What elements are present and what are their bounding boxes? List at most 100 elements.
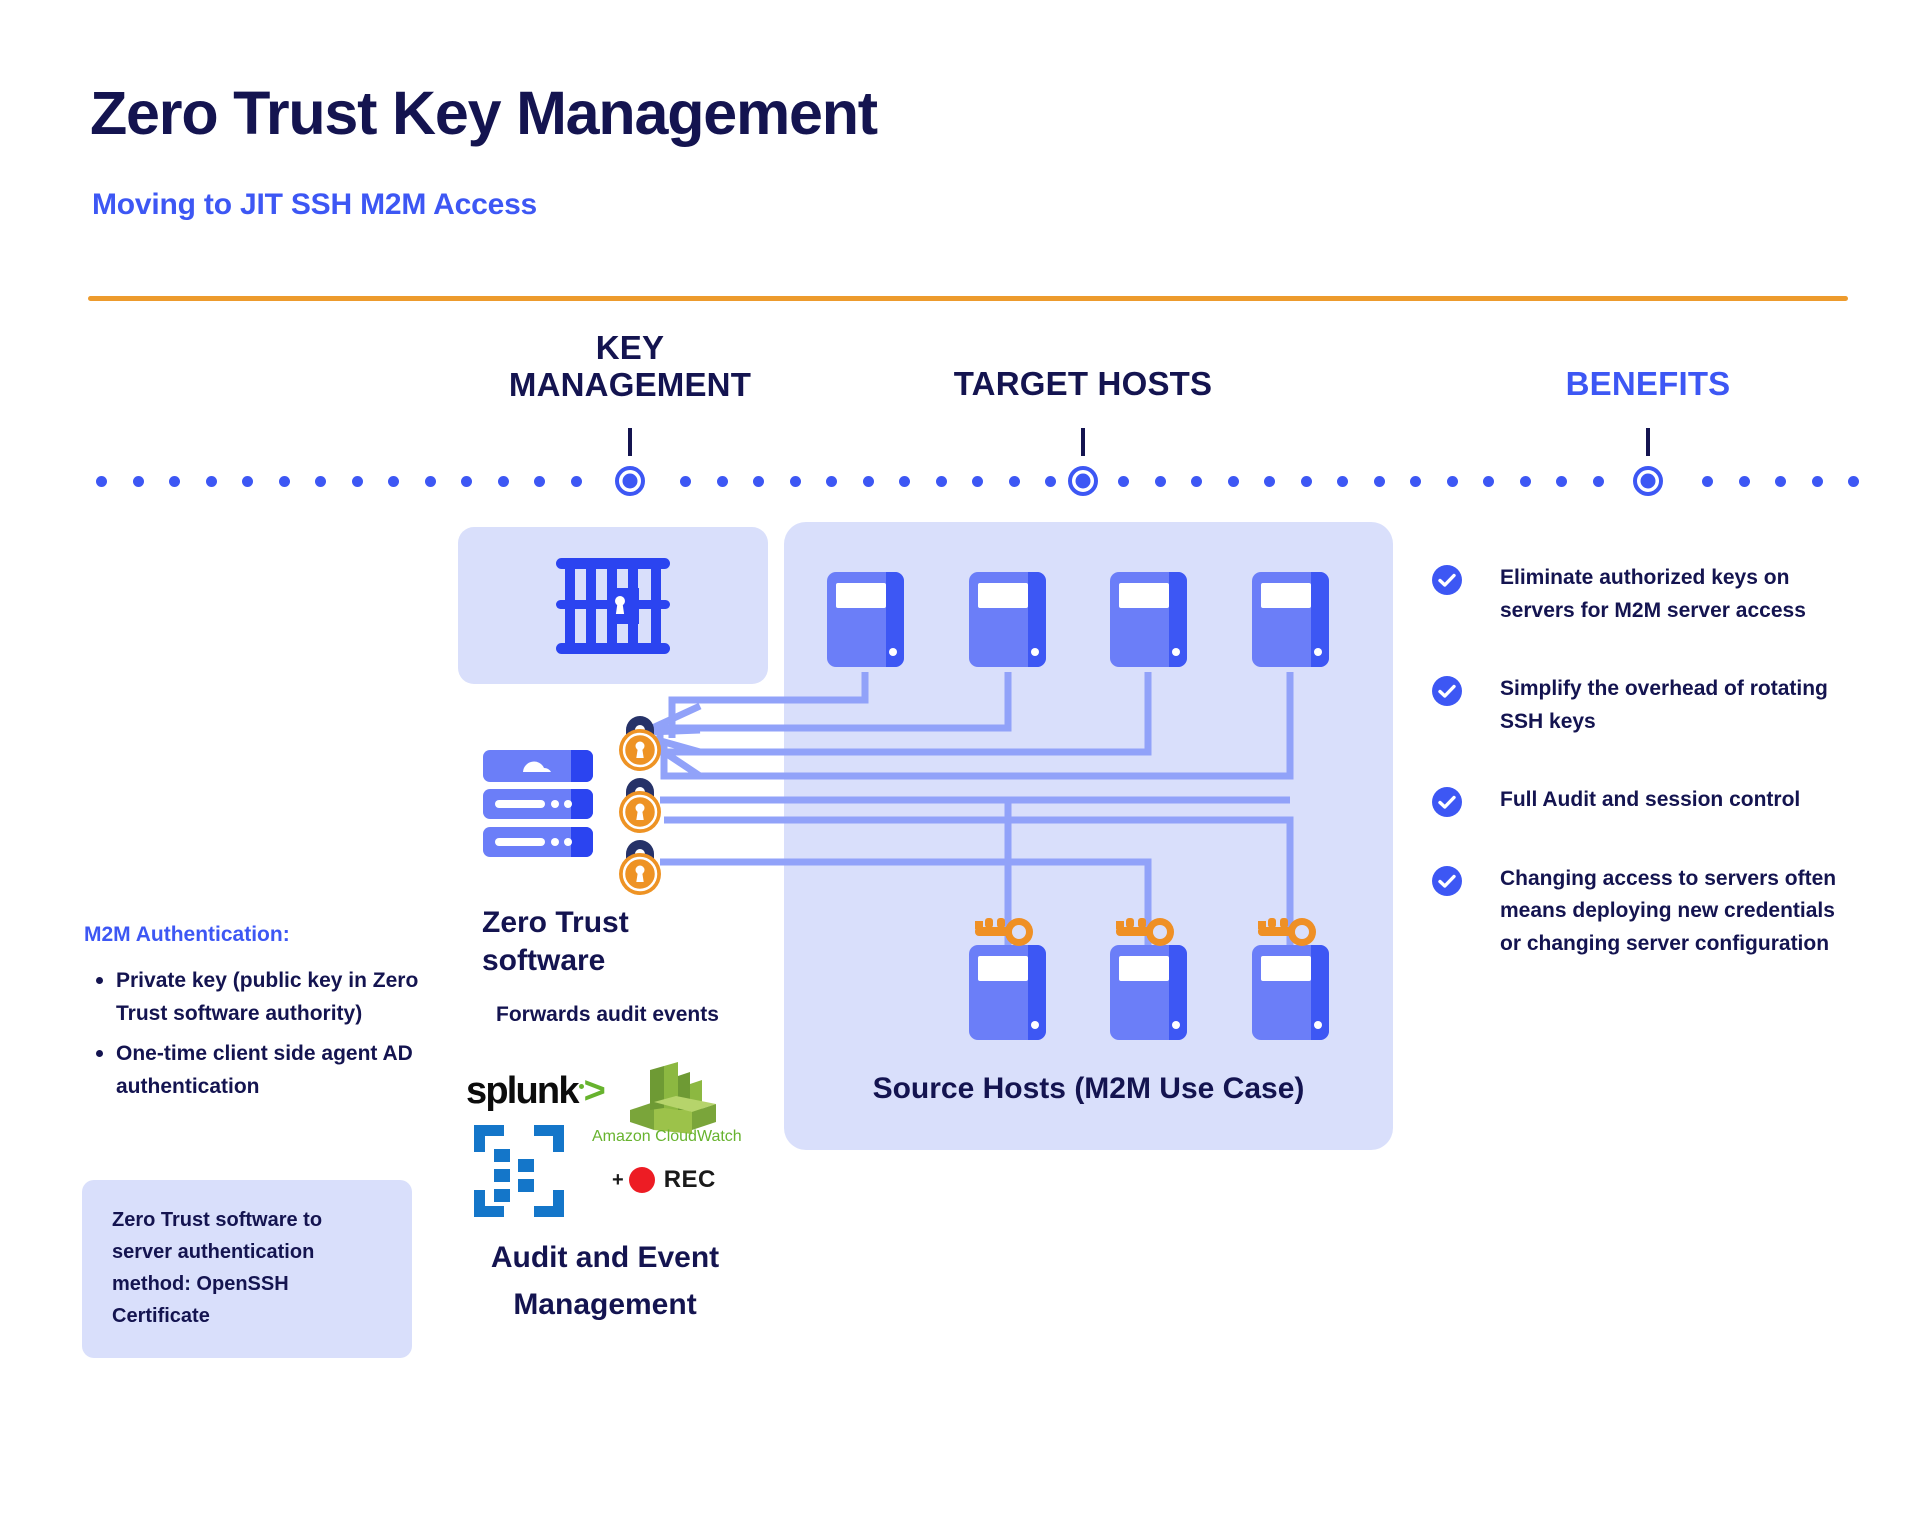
timeline-dot: [132, 476, 144, 487]
timeline-dot-track: [96, 476, 1859, 490]
timeline-node-key-management[interactable]: [615, 466, 645, 496]
server-host-with-key-icon: [969, 945, 1046, 1040]
rec-plus-label: +: [612, 1168, 624, 1191]
timeline-node-benefits[interactable]: [1633, 466, 1663, 496]
splunk-wordmark: splunk: [466, 1070, 579, 1112]
splunk-logo: splunk >: [466, 1070, 606, 1113]
benefit-text: Changing access to servers often means d…: [1500, 866, 1837, 955]
benefit-item: Changing access to servers often means d…: [1432, 863, 1852, 961]
timeline-dot: [1264, 476, 1275, 487]
padlock-icon: [612, 834, 668, 896]
timeline-dot: [1227, 476, 1239, 487]
timeline-dot: [461, 476, 472, 487]
audit-event-management-label: Audit and Event Management: [455, 1235, 755, 1328]
timeline-dot: [972, 476, 983, 487]
audit-label-line1: Audit and Event: [490, 1241, 720, 1274]
server-host-icon: [969, 572, 1046, 667]
timeline-dot: [1008, 476, 1020, 487]
timeline-dot: [96, 476, 107, 487]
benefits-list: Eliminate authorized keys on servers for…: [1432, 562, 1852, 1006]
key-icon: [973, 915, 1035, 949]
timeline-dot: [1045, 476, 1056, 487]
elastic-bracket-icon: [474, 1125, 564, 1217]
section-heading-key-management: KEY MANAGEMENT: [440, 329, 820, 404]
benefit-text: Simplify the overhead of rotating SSH ke…: [1500, 677, 1828, 733]
timeline-dot: [169, 476, 180, 487]
timeline-dot: [1702, 476, 1713, 487]
server-host-with-key-icon: [1252, 945, 1329, 1040]
timeline-dot: [1337, 476, 1348, 487]
server-host-with-key-icon: [1110, 945, 1187, 1040]
padlock-icon: [612, 772, 668, 834]
benefit-text: Eliminate authorized keys on servers for…: [1500, 566, 1806, 622]
infographic-canvas: Zero Trust Key Management Moving to JIT …: [0, 0, 1920, 1530]
openssh-certificate-note: Zero Trust software to server authentica…: [82, 1180, 412, 1358]
timeline-dot: [351, 476, 363, 487]
timeline-dot: [1118, 476, 1129, 487]
server-host-icon: [1252, 572, 1329, 667]
page-title: Zero Trust Key Management: [90, 79, 878, 147]
m2m-authentication-list: Private key (public key in Zero Trust so…: [90, 965, 450, 1111]
zero-trust-software-label: Zero Trust software: [482, 906, 629, 977]
list-item: Private key (public key in Zero Trust so…: [90, 965, 450, 1030]
padlock-icon: [612, 710, 668, 772]
benefit-text: Full Audit and session control: [1500, 788, 1801, 812]
benefit-item: Full Audit and session control: [1432, 784, 1852, 818]
list-item: One-time client side agent AD authentica…: [90, 1038, 450, 1103]
timeline-dot: [789, 476, 801, 487]
timeline-dot: [862, 476, 874, 487]
server-host-icon: [1110, 572, 1187, 667]
timeline-dot: [205, 476, 217, 487]
splunk-chevron-icon: >: [583, 1070, 606, 1112]
rec-indicator: + REC: [612, 1166, 716, 1194]
timeline-dot: [935, 476, 947, 487]
timeline-dot: [716, 476, 728, 487]
audit-label-line2: Management: [513, 1287, 697, 1321]
timeline-dot: [1373, 476, 1385, 487]
header-divider: [88, 296, 1848, 301]
section-heading-target-hosts: TARGET HOSTS: [953, 365, 1213, 402]
check-circle-icon: [1432, 676, 1462, 707]
timeline-dot: [1848, 476, 1859, 487]
forwards-audit-events-label: Forwards audit events: [496, 1003, 719, 1026]
server-host-icon: [827, 572, 904, 667]
timeline-dot: [1446, 476, 1458, 487]
page-subtitle: Moving to JIT SSH M2M Access: [92, 188, 538, 221]
server-stack-icon: [483, 750, 593, 860]
timeline-dot: [315, 476, 326, 487]
timeline-dot: [1811, 476, 1823, 487]
timeline-dot: [1300, 476, 1312, 487]
vault-bars-keyhole-icon: [556, 558, 670, 654]
section-heading-line1: KEY: [595, 329, 665, 366]
amazon-cloudwatch-label: Amazon CloudWatch: [592, 1128, 742, 1145]
timeline-dot: [1519, 476, 1531, 487]
timeline-dot: [1775, 476, 1786, 487]
benefit-item: Eliminate authorized keys on servers for…: [1432, 562, 1852, 627]
timeline-tick-key-management: [628, 428, 632, 456]
timeline-dot: [1154, 476, 1166, 487]
timeline-dot: [680, 476, 691, 487]
key-icon: [1256, 915, 1318, 949]
timeline-dot: [534, 476, 545, 487]
timeline-tick-target-hosts: [1081, 428, 1085, 456]
section-heading-benefits: BENEFITS: [1565, 365, 1731, 402]
check-circle-icon: [1432, 787, 1462, 818]
check-circle-icon: [1432, 865, 1462, 896]
timeline-dot: [570, 476, 582, 487]
timeline-dot: [278, 476, 290, 487]
timeline-dot: [899, 476, 910, 487]
timeline-dot: [1191, 476, 1202, 487]
timeline-dot: [1556, 476, 1567, 487]
rec-dot-icon: [628, 1167, 655, 1193]
amazon-cloudwatch-icon: [620, 1058, 738, 1134]
rec-label: REC: [663, 1166, 716, 1193]
timeline-node-target-hosts[interactable]: [1068, 466, 1098, 496]
timeline-dot: [1738, 476, 1750, 487]
timeline-dot: [242, 476, 253, 487]
timeline-dot: [1410, 476, 1421, 487]
timeline-dot: [1592, 476, 1604, 487]
timeline-tick-benefits: [1646, 428, 1650, 456]
benefit-item: Simplify the overhead of rotating SSH ke…: [1432, 673, 1852, 738]
m2m-authentication-heading: M2M Authentication:: [84, 923, 290, 946]
timeline-dot: [753, 476, 764, 487]
